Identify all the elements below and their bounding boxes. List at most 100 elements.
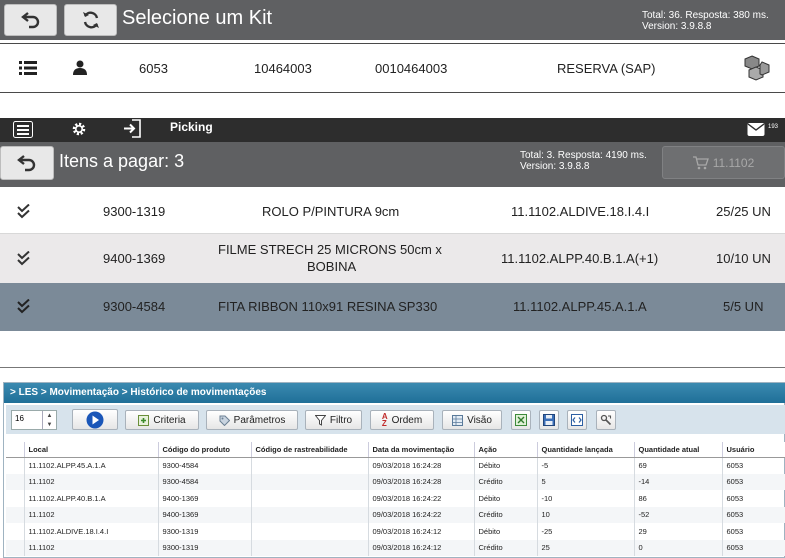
row-select-cell[interactable] — [6, 506, 25, 523]
table-cell: 11.1102.ALPP.45.A.1.A — [24, 457, 159, 474]
table-cell: Débito — [474, 457, 538, 474]
table-cell — [251, 506, 369, 523]
table-row[interactable]: 11.1102 9400-1369 09/03/2018 16:24:22 Crédi… — [6, 506, 785, 523]
column-header[interactable]: Quantidade atual — [634, 442, 723, 458]
item-location: 11.1102.ALDIVE.18.I.4.I — [511, 204, 650, 219]
table-cell: 9400-1369 — [158, 506, 252, 523]
cart-button[interactable]: 11.1102 — [662, 146, 785, 179]
notifications-button[interactable]: 193 — [746, 119, 784, 139]
item-quantity: 5/5 UN — [723, 299, 764, 314]
picking-back-button[interactable] — [0, 146, 54, 180]
boxes-icon[interactable] — [744, 54, 770, 82]
list-icon — [19, 61, 37, 75]
table-row[interactable]: 11.1102.ALPP.40.B.1.A 9400-1369 09/03/2018… — [6, 490, 785, 507]
table-cell: 6053 — [722, 490, 785, 507]
table-cell: 25 — [537, 539, 635, 556]
excel-icon — [515, 414, 527, 426]
visao-label: Visão — [467, 414, 492, 426]
grid-view-icon — [452, 414, 464, 426]
tag-icon — [219, 415, 230, 426]
parametros-button[interactable]: Parâmetros — [206, 410, 298, 430]
user-icon — [73, 60, 87, 75]
table-row[interactable]: 11.1102 9300-1319 09/03/2018 16:24:12 Crédi… — [6, 539, 785, 556]
gear-icon[interactable] — [70, 120, 88, 138]
table-row[interactable]: 11.1102.ALPP.45.A.1.A 9300-4584 09/03/2018… — [6, 457, 785, 474]
page-size-stepper[interactable]: ▲ ▼ — [42, 411, 56, 429]
column-header[interactable]: Local — [24, 442, 159, 458]
item-description: ROLO P/PINTURA 9cm — [262, 204, 400, 219]
export-excel-button[interactable] — [511, 410, 531, 430]
ordem-label: Ordem — [391, 414, 423, 426]
table-header-row: Local Código do produto Código de rastre… — [6, 442, 785, 458]
table-cell: 86 — [634, 490, 723, 507]
stepper-up-icon[interactable]: ▲ — [47, 413, 53, 419]
column-header[interactable]: Código de rastreabilidade — [251, 442, 369, 458]
picking-stats-response: Total: 3. Resposta: 4190 ms. — [520, 150, 647, 161]
criteria-label: Criteria — [153, 414, 186, 426]
save-button[interactable] — [539, 410, 559, 430]
kit-id: 6053 — [139, 61, 168, 76]
notification-count: 193 — [768, 124, 779, 130]
back-arrow-icon — [20, 12, 39, 29]
picking-page-title: Itens a pagar: 3 — [59, 151, 185, 171]
item-description: FITA RIBBON 110x91 RESINA SP330 — [218, 299, 438, 314]
table-cell: 6053 — [722, 473, 785, 490]
table-cell: Crédito — [474, 506, 538, 523]
item-quantity: 25/25 UN — [716, 204, 771, 219]
kit-stats-response: Total: 36. Resposta: 380 ms. — [642, 10, 769, 21]
row-select-cell[interactable] — [6, 473, 25, 490]
kit-code: 10464003 — [254, 61, 312, 76]
visao-button[interactable]: Visão — [442, 410, 502, 430]
filtro-button[interactable]: Filtro — [305, 410, 362, 430]
table-cell: 5 — [537, 473, 635, 490]
table-cell: 11.1102.ALPP.40.B.1.A — [24, 490, 159, 507]
row-select-cell[interactable] — [6, 457, 25, 474]
stepper-down-icon[interactable]: ▼ — [47, 422, 53, 428]
play-icon — [86, 411, 104, 428]
column-header[interactable]: Quantidade lançada — [537, 442, 635, 458]
filtro-label: Filtro — [329, 414, 353, 426]
back-button[interactable] — [4, 4, 57, 36]
play-button[interactable] — [72, 409, 118, 430]
table-cell: 11.1102.ALDIVE.18.I.4.I — [24, 523, 159, 540]
table-cell: 11.1102 — [24, 473, 159, 490]
table-cell: 6053 — [722, 506, 785, 523]
table-cell: Crédito — [474, 473, 538, 490]
column-header[interactable]: Ação — [474, 442, 538, 458]
column-header[interactable]: Usuário — [722, 442, 785, 458]
refresh-button[interactable] — [64, 4, 117, 36]
item-code: 9300-1319 — [103, 204, 166, 219]
table-cell: 29 — [634, 523, 723, 540]
row-select-cell[interactable] — [6, 539, 25, 556]
table-cell: -14 — [634, 473, 723, 490]
table-cell: 0 — [634, 539, 723, 556]
table-cell: 9300-1319 — [158, 523, 252, 540]
table-cell — [251, 457, 369, 474]
ordem-button[interactable]: AZ Ordem — [370, 410, 434, 430]
table-row[interactable]: 11.1102 9300-4584 09/03/2018 16:24:28 Crédi… — [6, 473, 785, 490]
item-location: 11.1102.ALPP.45.A.1.A — [513, 299, 647, 314]
expand-button[interactable] — [567, 410, 587, 430]
table-cell — [251, 473, 369, 490]
item-code: 9400-1369 — [103, 251, 166, 266]
row-select-cell[interactable] — [6, 523, 25, 540]
table-row[interactable]: 11.1102.ALDIVE.18.I.4.I 9300-1319 09/03/20… — [6, 523, 785, 540]
app-topbar — [0, 118, 785, 142]
table-cell: 69 — [634, 457, 723, 474]
column-header[interactable]: Código do produto — [158, 442, 252, 458]
column-header[interactable]: Data da movimentação — [368, 442, 475, 458]
picking-item-row-selected[interactable]: 9300-4584 FITA RIBBON 110x91 RESINA SP33… — [0, 283, 785, 331]
table-cell: Débito — [474, 490, 538, 507]
mail-icon — [747, 123, 765, 136]
row-select-cell[interactable] — [6, 490, 25, 507]
picking-item-row[interactable]: 9300-1319 ROLO P/PINTURA 9cm 11.1102.ALD… — [0, 189, 785, 234]
table-cell: 11.1102 — [24, 539, 159, 556]
picking-item-row[interactable]: 9400-1369 FILME STRECH 25 MICRONS 50cm x… — [0, 234, 785, 283]
tools-button[interactable] — [596, 410, 616, 430]
table-cell — [251, 539, 369, 556]
menu-icon[interactable] — [13, 121, 33, 138]
criteria-button[interactable]: Criteria — [125, 410, 199, 430]
table-cell: 09/03/2018 16:24:12 — [368, 539, 475, 556]
logout-icon[interactable] — [123, 119, 143, 138]
kit-list-item[interactable]: 6053 10464003 0010464003 RESERVA (SAP) — [0, 43, 785, 93]
